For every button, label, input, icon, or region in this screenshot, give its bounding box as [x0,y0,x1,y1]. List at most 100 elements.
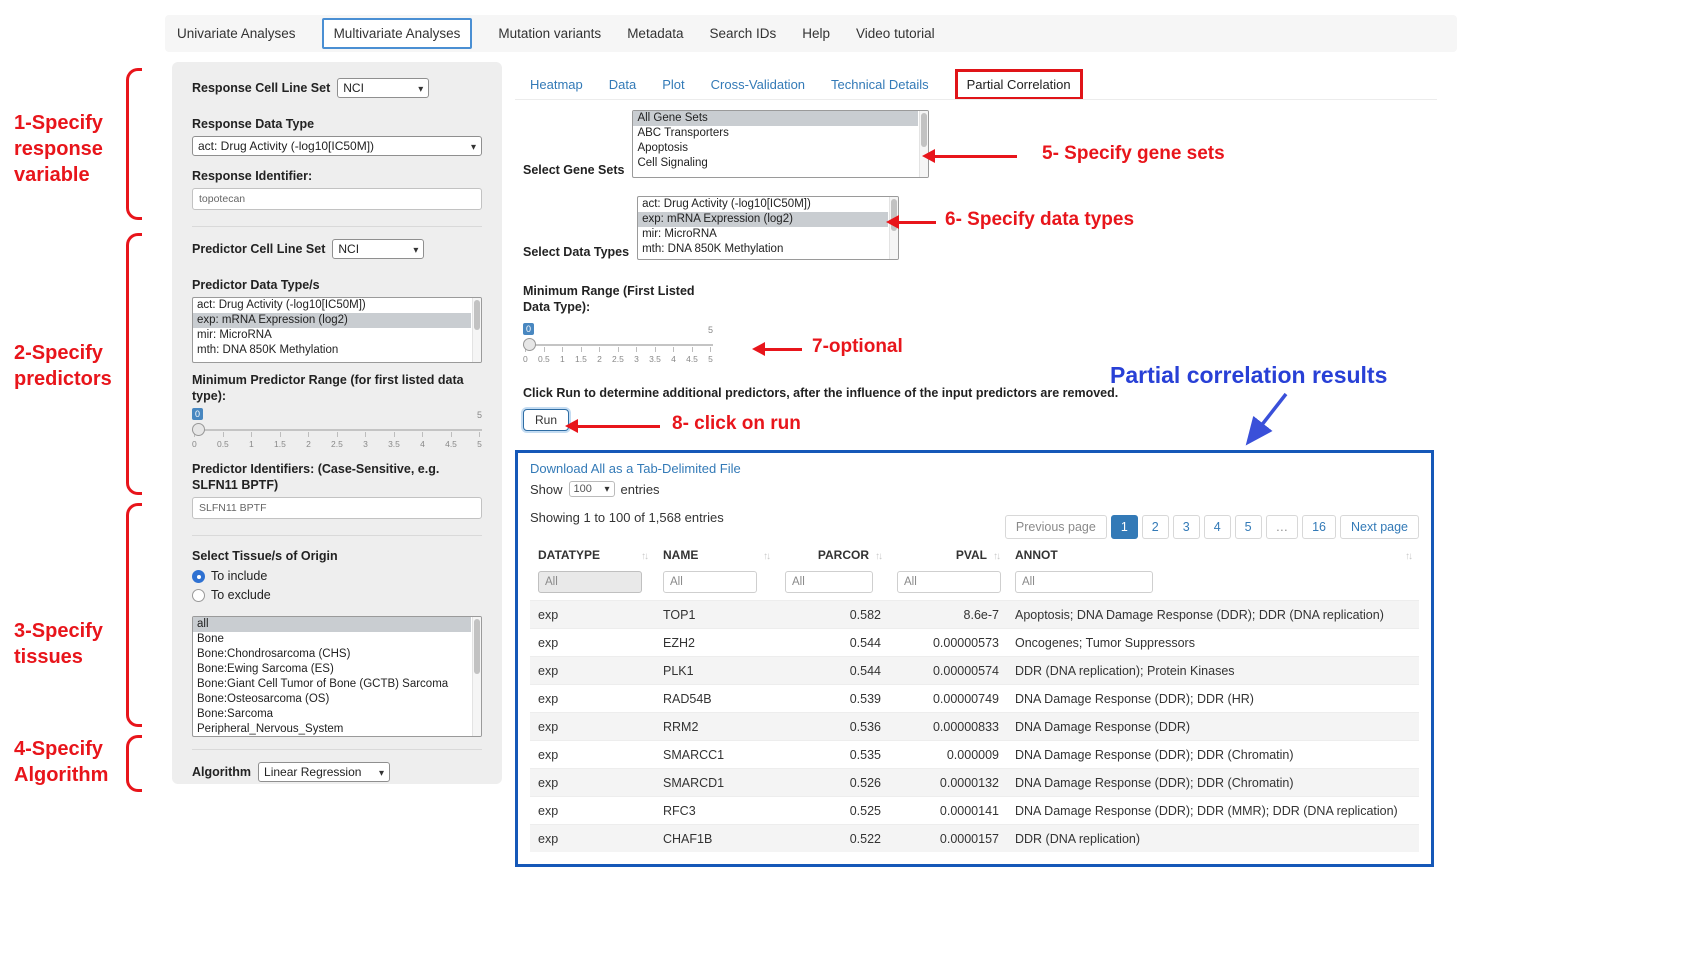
predictor-cell-line-set-select[interactable]: NCI [332,239,424,259]
run-button[interactable]: Run [523,409,569,431]
tissue-option[interactable]: Bone:Osteosarcoma (OS) [193,692,471,707]
cell-parcor: 0.526 [777,769,889,796]
cell-annot: DNA Damage Response (DDR); DDR (Chromati… [1007,769,1419,796]
filter-cell-annot [1007,570,1419,600]
column-header-annot[interactable]: ANNOT [1007,540,1419,570]
column-header-name[interactable]: NAME [655,540,777,570]
predictor-data-type-option[interactable]: mth: DNA 850K Methylation [193,343,471,358]
previous-page-button[interactable]: Previous page [1005,515,1107,539]
sort-icon[interactable] [875,548,881,562]
gene-set-option[interactable]: Cell Signaling [633,156,918,171]
column-header-parcor[interactable]: PARCOR [777,540,889,570]
nav-item-mutation-variants[interactable]: Mutation variants [498,26,601,41]
cell-pval: 8.6e-7 [889,601,1007,628]
nav-item-video-tutorial[interactable]: Video tutorial [856,26,935,41]
cell-datatype: exp [530,713,655,740]
page-button-4[interactable]: 4 [1204,515,1231,539]
algorithm-select[interactable]: Linear Regression [258,762,390,782]
data-type-option[interactable]: mir: MicroRNA [638,227,888,242]
data-type-option[interactable]: mth: DNA 850K Methylation [638,242,888,257]
scrollbar-thumb[interactable] [474,300,480,330]
sort-icon[interactable] [1405,548,1411,562]
sort-icon[interactable] [641,548,647,562]
predictor-data-type-option[interactable]: mir: MicroRNA [193,328,471,343]
nav-item-univariate-analyses[interactable]: Univariate Analyses [177,26,296,41]
tissue-option[interactable]: Bone:Chondrosarcoma (CHS) [193,647,471,662]
tab-partial-correlation[interactable]: Partial Correlation [955,69,1083,100]
annotation-step6: 6- Specify data types [945,209,1134,231]
scrollbar-thumb[interactable] [921,113,927,147]
filter-input-annot[interactable] [1015,571,1153,593]
tab-plot[interactable]: Plot [662,77,684,92]
tab-data[interactable]: Data [609,77,636,92]
page-button-5[interactable]: 5 [1235,515,1262,539]
response-cell-line-set-label: Response Cell Line Set [192,80,330,96]
tissue-option[interactable]: Bone:Sarcoma [193,707,471,722]
column-header-datatype[interactable]: DATATYPE [530,540,655,570]
radio-to-include[interactable] [192,570,205,583]
response-data-type-select[interactable]: act: Drug Activity (-log10[IC50M]) [192,136,482,156]
download-link[interactable]: Download All as a Tab-Delimited File [530,461,741,476]
table-filter-row [530,570,1419,600]
cell-datatype: exp [530,741,655,768]
tissue-option[interactable]: Bone [193,632,471,647]
predictor-data-type-option[interactable]: exp: mRNA Expression (log2) [193,313,471,328]
table-body: expTOP10.5828.6e-7Apoptosis; DNA Damage … [530,600,1419,852]
gene-set-option[interactable]: ABC Transporters [633,126,918,141]
predictor-identifiers-input[interactable] [192,497,482,519]
tissue-option[interactable]: Bone:Ewing Sarcoma (ES) [193,662,471,677]
table-row: expRRM20.5360.00000833DNA Damage Respons… [530,712,1419,740]
sort-icon[interactable] [993,548,999,562]
cell-parcor: 0.525 [777,797,889,824]
filter-input-pval[interactable] [897,571,1001,593]
annotation-step3: 3-Specifytissues [14,618,103,670]
tab-technical-details[interactable]: Technical Details [831,77,929,92]
predictor-data-type-option[interactable]: act: Drug Activity (-log10[IC50M]) [193,298,471,313]
slider-tick [308,432,309,437]
scrollbar[interactable] [919,111,928,177]
tissue-option[interactable]: Bone:Giant Cell Tumor of Bone (GCTB) Sar… [193,677,471,692]
page-button-16[interactable]: 16 [1302,515,1336,539]
tab-heatmap[interactable]: Heatmap [530,77,583,92]
page-button-2[interactable]: 2 [1142,515,1169,539]
radio-to-exclude[interactable] [192,589,205,602]
slider-handle[interactable] [192,423,205,436]
nav-item-multivariate-analyses[interactable]: Multivariate Analyses [322,18,473,49]
gene-set-option[interactable]: Apoptosis [633,141,918,156]
gene-set-option[interactable]: All Gene Sets [633,111,918,126]
response-identifier-label: Response Identifier: [192,168,482,184]
tab-cross-validation[interactable]: Cross-Validation [711,77,805,92]
page-button-1[interactable]: 1 [1111,515,1138,539]
nav-item-help[interactable]: Help [802,26,830,41]
filter-input-parcor[interactable] [785,571,873,593]
data-type-option[interactable]: act: Drug Activity (-log10[IC50M]) [638,197,888,212]
tissue-option[interactable]: all [193,617,471,632]
scrollbar[interactable] [472,617,481,736]
scrollbar[interactable] [472,298,481,362]
slider-track [523,344,713,346]
page-button-3[interactable]: 3 [1173,515,1200,539]
filter-input-datatype[interactable] [538,571,642,593]
arrow-step8 [565,419,660,433]
column-header-pval[interactable]: PVAL [889,540,1007,570]
radio-row-to-include[interactable]: To include [192,569,482,583]
tissue-option[interactable]: Peripheral_Nervous_System [193,722,471,737]
response-cell-line-set-select[interactable]: NCI [337,78,429,98]
annotation-step8: 8- click on run [672,413,801,435]
response-identifier-input[interactable] [192,188,482,210]
radio-row-to-exclude[interactable]: To exclude [192,588,482,602]
data-type-option[interactable]: exp: mRNA Expression (log2) [638,212,888,227]
show-entries-select[interactable]: 100 [569,481,615,497]
nav-item-search-ids[interactable]: Search IDs [709,26,776,41]
nav-item-metadata[interactable]: Metadata [627,26,683,41]
next-page-button[interactable]: Next page [1340,515,1419,539]
cell-annot: DDR (DNA replication); Protein Kinases [1007,657,1419,684]
scrollbar-thumb[interactable] [474,619,480,674]
sort-icon[interactable] [763,548,769,562]
algorithm-label: Algorithm [192,764,251,780]
divider [192,226,482,227]
filter-input-name[interactable] [663,571,757,593]
slider-tick-label: 3 [634,354,639,364]
divider [192,749,482,750]
slider-handle[interactable] [523,338,536,351]
